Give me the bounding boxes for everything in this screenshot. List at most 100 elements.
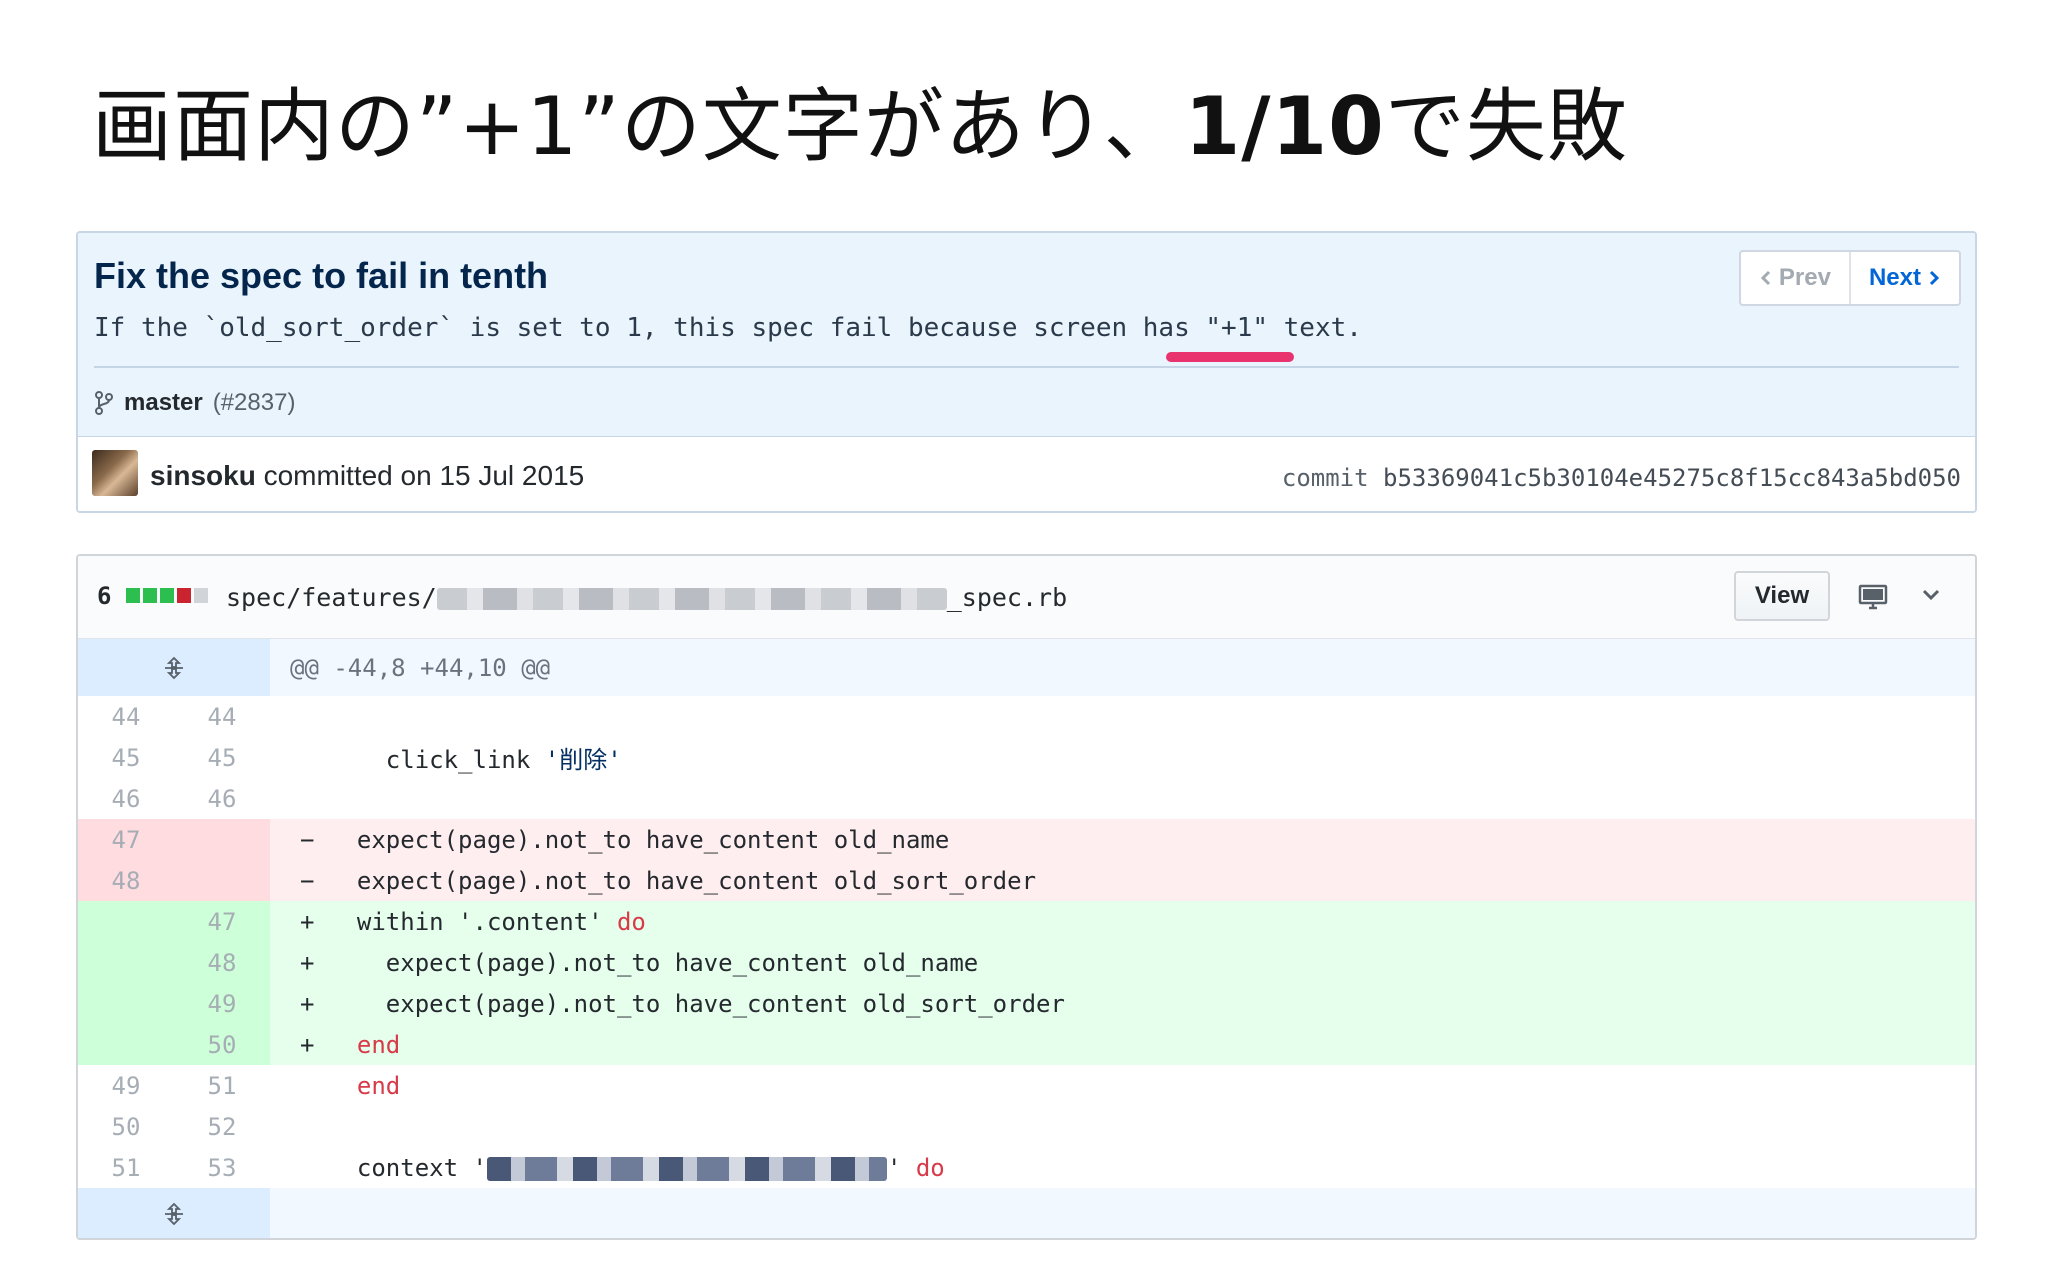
- code-token: expect(page).not_to have_content old_nam…: [328, 825, 950, 854]
- code-token: do: [915, 1153, 945, 1182]
- code-token: '削除': [544, 746, 622, 774]
- old-line-number[interactable]: 50: [78, 1106, 174, 1147]
- new-line-number[interactable]: 46: [174, 778, 270, 819]
- diffstat-block: [177, 588, 191, 603]
- code-line: − expect(page).not_to have_content old_n…: [270, 826, 1975, 854]
- commit-header: Fix the spec to fail in tenth If the `ol…: [76, 231, 1977, 513]
- new-line-number[interactable]: [174, 860, 270, 901]
- commit-pager: Prev Next: [1738, 250, 1961, 306]
- code-line: − expect(page).not_to have_content old_s…: [270, 867, 1975, 895]
- code-line: + expect(page).not_to have_content old_s…: [270, 990, 1975, 1018]
- commit-sha: b53369041c5b30104e45275c8f15cc843a5bd050: [1383, 464, 1961, 492]
- new-line-number[interactable]: [174, 819, 270, 860]
- commit-description: If the `old_sort_order` is set to 1, thi…: [94, 313, 1362, 343]
- diff-line: 50 + end: [78, 1024, 1975, 1065]
- code-line: click_link '削除': [270, 740, 1975, 775]
- diffstat-block: [126, 588, 140, 603]
- code-token: end: [356, 1071, 401, 1100]
- new-line-number[interactable]: 48: [174, 942, 270, 983]
- code-token: within '.content': [328, 907, 617, 936]
- new-line-number[interactable]: 53: [174, 1147, 270, 1188]
- hunk-header: @@ -44,8 +44,10 @@: [290, 653, 551, 682]
- commit-hash: commit b53369041c5b30104e45275c8f15cc843…: [1282, 464, 1961, 492]
- old-line-number[interactable]: 47: [78, 819, 174, 860]
- old-line-number[interactable]: 44: [78, 696, 174, 737]
- code-token: click_link: [328, 746, 545, 774]
- author-name[interactable]: sinsoku: [150, 460, 256, 491]
- diff-line: 47 − expect(page).not_to have_content old…: [78, 819, 1975, 860]
- diff-line: 51 53 context ' ' do: [78, 1147, 1975, 1188]
- avatar[interactable]: [92, 450, 138, 496]
- slide-title: 画面内の”+1”の文字があり、1/10で失敗: [92, 62, 1628, 178]
- code-token: ': [886, 1153, 916, 1182]
- commit-label: commit: [1281, 464, 1369, 492]
- code-line: + end: [270, 1031, 1975, 1059]
- prev-button[interactable]: Prev: [1741, 252, 1851, 304]
- commit-summary: Fix the spec to fail in tenth If the `ol…: [78, 233, 1975, 437]
- expand-icon[interactable]: [78, 639, 270, 696]
- expand-icon[interactable]: [78, 1188, 270, 1238]
- diff-line: 45 45 click_link '削除': [78, 737, 1975, 778]
- old-line-number[interactable]: 46: [78, 778, 174, 819]
- old-line-number[interactable]: [78, 942, 174, 983]
- code-token: end: [356, 1030, 401, 1059]
- prev-label: Prev: [1778, 264, 1831, 291]
- branch-info: master (#2837): [94, 389, 295, 417]
- old-line-number[interactable]: 48: [78, 860, 174, 901]
- new-line-number[interactable]: 45: [174, 737, 270, 778]
- old-line-number[interactable]: 45: [78, 737, 174, 778]
- divider: [94, 366, 1959, 368]
- file-path-suffix: _spec.rb: [946, 583, 1068, 612]
- diff-line: 49 51 end: [78, 1065, 1975, 1106]
- new-line-number[interactable]: 52: [174, 1106, 270, 1147]
- slide-title-bold: 1/10: [1184, 80, 1385, 173]
- new-line-number[interactable]: 51: [174, 1065, 270, 1106]
- diff-lines: 44 44 45 45 click_link '削除' 46 46 47− expect(p…: [78, 696, 1975, 1188]
- diff-sign: −: [300, 866, 315, 895]
- chevron-down-icon[interactable]: [1921, 587, 1941, 603]
- diff-sign: +: [300, 1030, 315, 1059]
- committed-date: committed on 15 Jul 2015: [255, 460, 585, 491]
- diffstat-block: [160, 588, 174, 603]
- file-path-prefix: spec/features/: [226, 583, 437, 612]
- old-line-number[interactable]: [78, 901, 174, 942]
- diffstat-bar: [126, 588, 208, 603]
- branch-icon: [95, 391, 113, 415]
- diff-line: 49 + expect(page).not_to have_content old…: [78, 983, 1975, 1024]
- new-line-number[interactable]: 50: [174, 1024, 270, 1065]
- highlight-underline: [1166, 352, 1294, 362]
- monitor-icon[interactable]: [1858, 584, 1888, 610]
- hunk-header-row: @@ -44,8 +44,10 @@: [78, 639, 1975, 696]
- next-button[interactable]: Next: [1851, 252, 1959, 304]
- committer-line: sinsoku committed on 15 Jul 2015: [150, 460, 584, 492]
- new-line-number[interactable]: 44: [174, 696, 270, 737]
- file-path[interactable]: spec/features/ _spec.rb: [226, 583, 1067, 612]
- slide-title-suffix: で失敗: [1384, 80, 1628, 173]
- old-line-number[interactable]: 51: [78, 1147, 174, 1188]
- code-token: expect(page).not_to have_content old_sor…: [328, 866, 1037, 895]
- code-line: end: [270, 1072, 1975, 1100]
- branch-name[interactable]: master: [124, 389, 203, 417]
- diff-line: 46 46: [78, 778, 1975, 819]
- new-line-number[interactable]: 47: [174, 901, 270, 942]
- pr-reference[interactable]: (#2837): [213, 389, 296, 417]
- redacted-text: [486, 1156, 887, 1181]
- old-line-number[interactable]: [78, 983, 174, 1024]
- file-diff: 6 spec/features/ _spec.rb View @@ -44,8 +…: [76, 554, 1977, 1240]
- code-token: context ': [328, 1153, 487, 1182]
- diff-sign: +: [300, 907, 315, 936]
- new-line-number[interactable]: 49: [174, 983, 270, 1024]
- diff-line: 48 + expect(page).not_to have_content old…: [78, 942, 1975, 983]
- old-line-number[interactable]: 49: [78, 1065, 174, 1106]
- diff-line: 48 − expect(page).not_to have_content old…: [78, 860, 1975, 901]
- next-label: Next: [1868, 264, 1921, 291]
- diff-sign: +: [300, 989, 315, 1018]
- redacted-filename: [436, 588, 947, 610]
- code-line: + expect(page).not_to have_content old_n…: [270, 949, 1975, 977]
- old-line-number[interactable]: [78, 1024, 174, 1065]
- view-file-button[interactable]: View: [1734, 571, 1830, 621]
- commit-meta: sinsoku committed on 15 Jul 2015 commit …: [78, 437, 1975, 511]
